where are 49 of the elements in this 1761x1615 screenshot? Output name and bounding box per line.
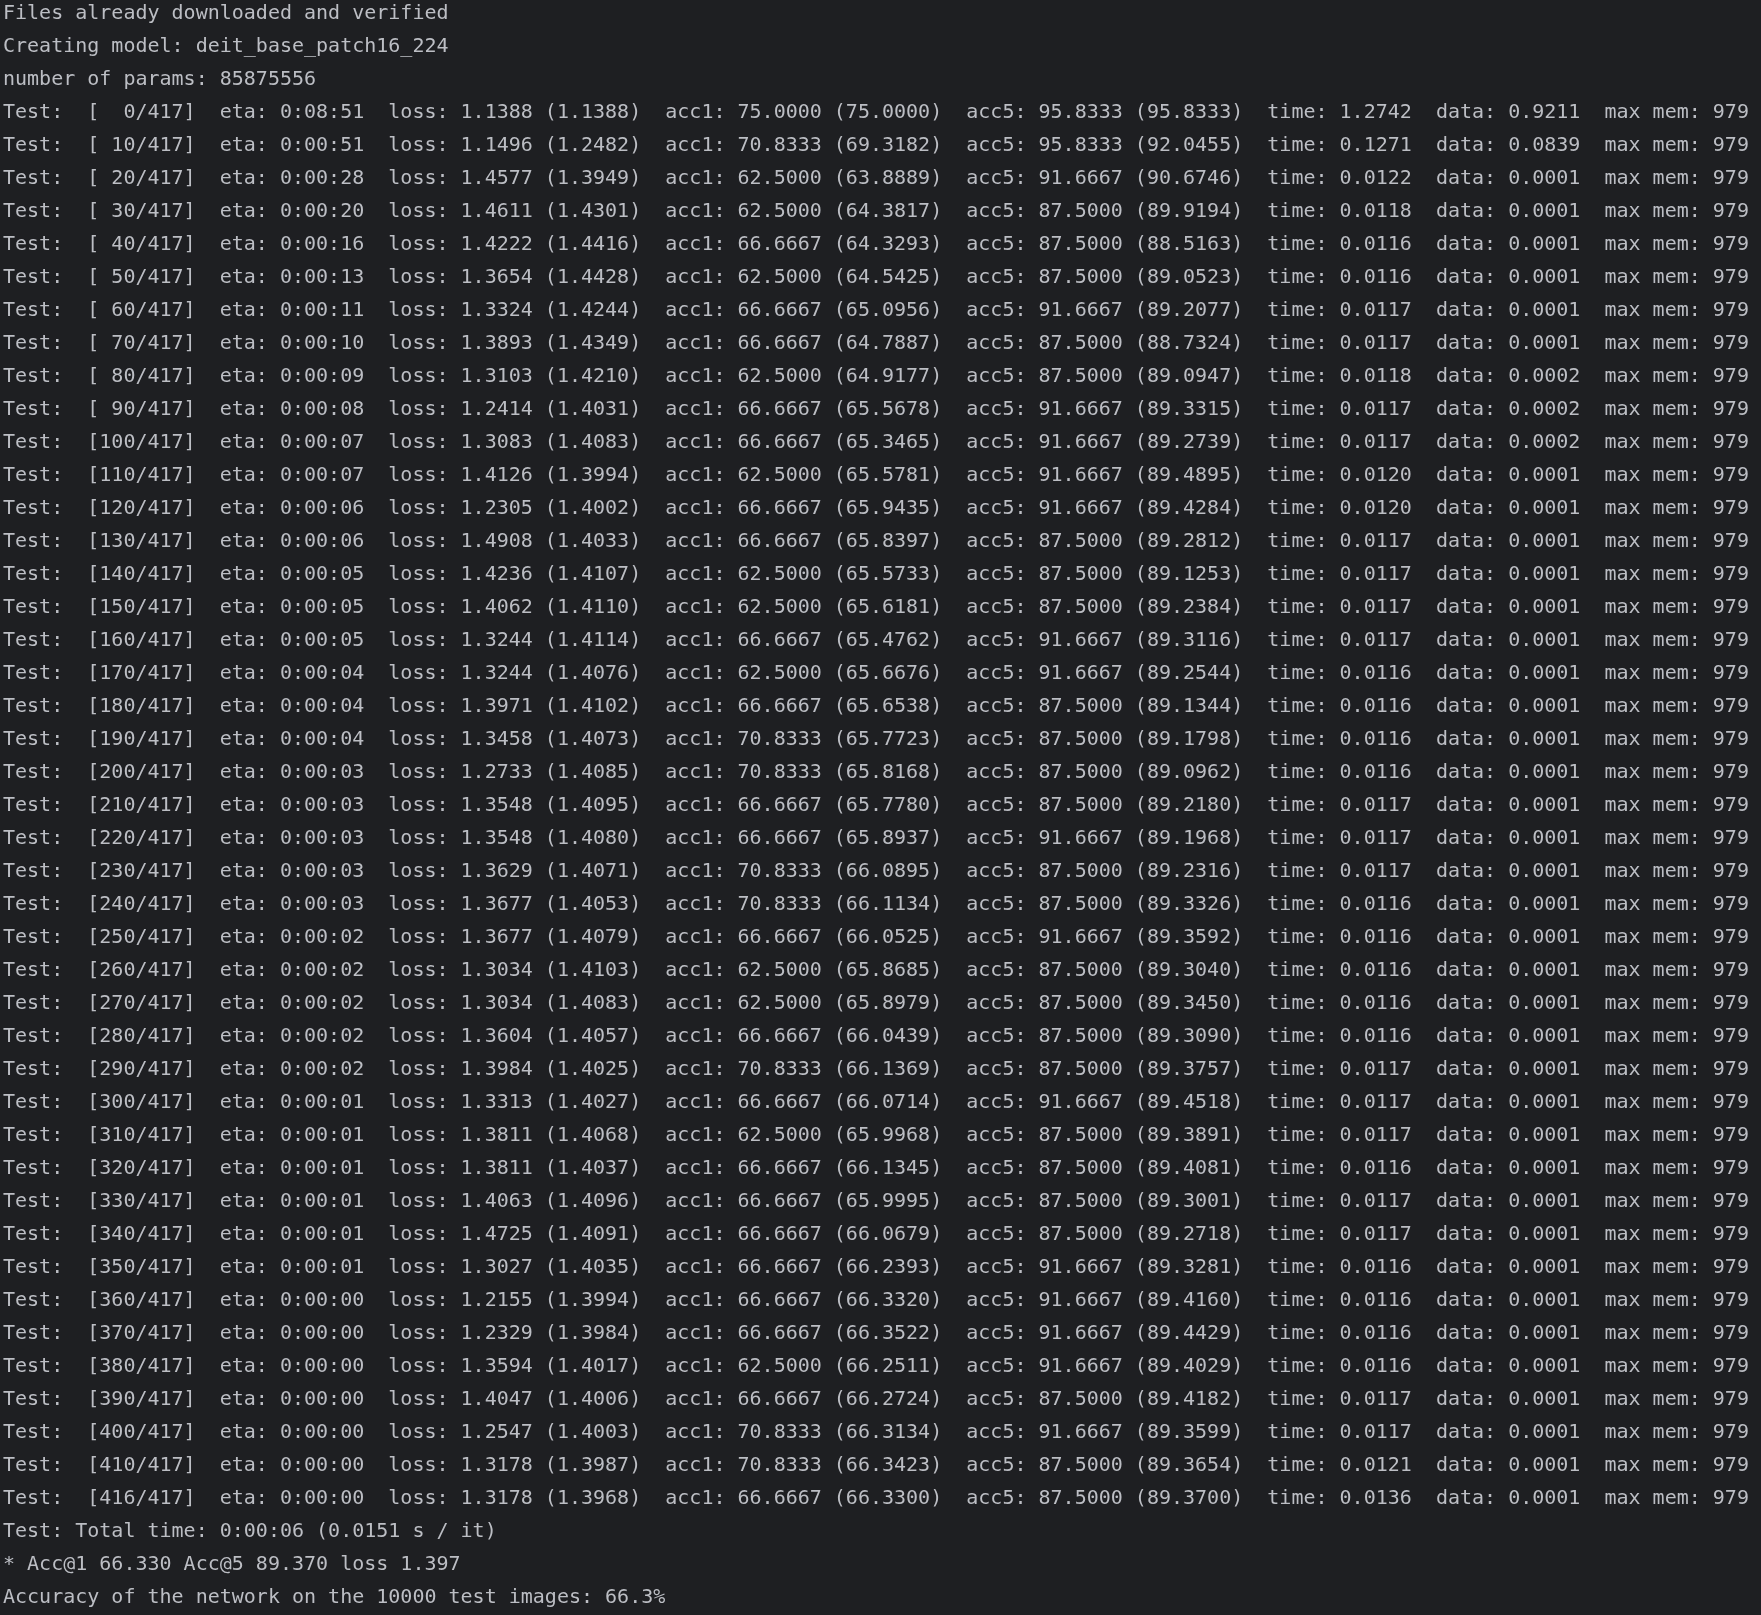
output-line: Test: [320/417] eta: 0:00:01 loss: 1.3811 (1.4037) acc1: 66.6667 (66.1345) acc5: 87.5000 (89.4081) time: 0.0116 data: 0.0001 max mem: 979: [3, 1154, 1749, 1181]
output-line: Test: [310/417] eta: 0:00:01 loss: 1.3811 (1.4068) acc1: 62.5000 (65.9968) acc5: 87.5000 (89.3891) time: 0.0117 data: 0.0001 max mem: 979: [3, 1121, 1749, 1148]
output-line: Test: [410/417] eta: 0:00:00 loss: 1.3178 (1.3987) acc1: 70.8333 (66.3423) acc5: 87.5000 (89.3654) time: 0.0121 data: 0.0001 max mem: 979: [3, 1451, 1749, 1478]
output-line: Test: [110/417] eta: 0:00:07 loss: 1.4126 (1.3994) acc1: 62.5000 (65.5781) acc5: 91.6667 (89.4895) time: 0.0120 data: 0.0001 max mem: 979: [3, 461, 1749, 488]
output-line: Test: [290/417] eta: 0:00:02 loss: 1.3984 (1.4025) acc1: 70.8333 (66.1369) acc5: 87.5000 (89.3757) time: 0.0117 data: 0.0001 max mem: 979: [3, 1055, 1749, 1082]
output-line: Test: [ 60/417] eta: 0:00:11 loss: 1.3324 (1.4244) acc1: 66.6667 (65.0956) acc5: 91.6667 (89.2077) time: 0.0117 data: 0.0001 max mem: 979: [3, 296, 1749, 323]
output-line: Test: Total time: 0:00:06 (0.0151 s / it): [3, 1517, 497, 1544]
output-line: Test: [120/417] eta: 0:00:06 loss: 1.2305 (1.4002) acc1: 66.6667 (65.9435) acc5: 91.6667 (89.4284) time: 0.0120 data: 0.0001 max mem: 979: [3, 494, 1749, 521]
output-line: Test: [270/417] eta: 0:00:02 loss: 1.3034 (1.4083) acc1: 62.5000 (65.8979) acc5: 87.5000 (89.3450) time: 0.0116 data: 0.0001 max mem: 979: [3, 989, 1749, 1016]
output-line: Test: [180/417] eta: 0:00:04 loss: 1.3971 (1.4102) acc1: 66.6667 (65.6538) acc5: 87.5000 (89.1344) time: 0.0116 data: 0.0001 max mem: 979: [3, 692, 1749, 719]
output-line: Test: [140/417] eta: 0:00:05 loss: 1.4236 (1.4107) acc1: 62.5000 (65.5733) acc5: 87.5000 (89.1253) time: 0.0117 data: 0.0001 max mem: 979: [3, 560, 1749, 587]
output-line: * Acc@1 66.330 Acc@5 89.370 loss 1.397: [3, 1550, 461, 1577]
output-line: Accuracy of the network on the 10000 test images: 66.3%: [3, 1583, 666, 1610]
output-line: Test: [210/417] eta: 0:00:03 loss: 1.3548 (1.4095) acc1: 66.6667 (65.7780) acc5: 87.5000 (89.2180) time: 0.0117 data: 0.0001 max mem: 979: [3, 791, 1749, 818]
output-line: Test: [ 0/417] eta: 0:08:51 loss: 1.1388 (1.1388) acc1: 75.0000 (75.0000) acc5: 95.8333 (95.8333) time: 1.2742 data: 0.9211 max mem: 979: [3, 98, 1749, 125]
output-line: Test: [250/417] eta: 0:00:02 loss: 1.3677 (1.4079) acc1: 66.6667 (66.0525) acc5: 91.6667 (89.3592) time: 0.0116 data: 0.0001 max mem: 979: [3, 923, 1749, 950]
output-line: Test: [416/417] eta: 0:00:00 loss: 1.3178 (1.3968) acc1: 66.6667 (66.3300) acc5: 87.5000 (89.3700) time: 0.0136 data: 0.0001 max mem: 979: [3, 1484, 1749, 1511]
output-line: Files already downloaded and verified: [3, 0, 449, 26]
output-line: Test: [390/417] eta: 0:00:00 loss: 1.4047 (1.4006) acc1: 66.6667 (66.2724) acc5: 87.5000 (89.4182) time: 0.0117 data: 0.0001 max mem: 979: [3, 1385, 1749, 1412]
output-line: Test: [280/417] eta: 0:00:02 loss: 1.3604 (1.4057) acc1: 66.6667 (66.0439) acc5: 87.5000 (89.3090) time: 0.0116 data: 0.0001 max mem: 979: [3, 1022, 1749, 1049]
output-line: Test: [ 30/417] eta: 0:00:20 loss: 1.4611 (1.4301) acc1: 62.5000 (64.3817) acc5: 87.5000 (89.9194) time: 0.0118 data: 0.0001 max mem: 979: [3, 197, 1749, 224]
output-line: Test: [150/417] eta: 0:00:05 loss: 1.4062 (1.4110) acc1: 62.5000 (65.6181) acc5: 87.5000 (89.2384) time: 0.0117 data: 0.0001 max mem: 979: [3, 593, 1749, 620]
output-line: Test: [240/417] eta: 0:00:03 loss: 1.3677 (1.4053) acc1: 70.8333 (66.1134) acc5: 87.5000 (89.3326) time: 0.0116 data: 0.0001 max mem: 979: [3, 890, 1749, 917]
output-line: Test: [100/417] eta: 0:00:07 loss: 1.3083 (1.4083) acc1: 66.6667 (65.3465) acc5: 91.6667 (89.2739) time: 0.0117 data: 0.0002 max mem: 979: [3, 428, 1749, 455]
output-line: Test: [170/417] eta: 0:00:04 loss: 1.3244 (1.4076) acc1: 62.5000 (65.6676) acc5: 91.6667 (89.2544) time: 0.0116 data: 0.0001 max mem: 979: [3, 659, 1749, 686]
output-line: Test: [200/417] eta: 0:00:03 loss: 1.2733 (1.4085) acc1: 70.8333 (65.8168) acc5: 87.5000 (89.0962) time: 0.0116 data: 0.0001 max mem: 979: [3, 758, 1749, 785]
output-line: Test: [230/417] eta: 0:00:03 loss: 1.3629 (1.4071) acc1: 70.8333 (66.0895) acc5: 87.5000 (89.2316) time: 0.0117 data: 0.0001 max mem: 979: [3, 857, 1749, 884]
output-line: Test: [190/417] eta: 0:00:04 loss: 1.3458 (1.4073) acc1: 70.8333 (65.7723) acc5: 87.5000 (89.1798) time: 0.0116 data: 0.0001 max mem: 979: [3, 725, 1749, 752]
output-line: Test: [ 70/417] eta: 0:00:10 loss: 1.3893 (1.4349) acc1: 66.6667 (64.7887) acc5: 87.5000 (88.7324) time: 0.0117 data: 0.0001 max mem: 979: [3, 329, 1749, 356]
output-line: Test: [160/417] eta: 0:00:05 loss: 1.3244 (1.4114) acc1: 66.6667 (65.4762) acc5: 91.6667 (89.3116) time: 0.0117 data: 0.0001 max mem: 979: [3, 626, 1749, 653]
output-line: Test: [370/417] eta: 0:00:00 loss: 1.2329 (1.3984) acc1: 66.6667 (66.3522) acc5: 91.6667 (89.4429) time: 0.0116 data: 0.0001 max mem: 979: [3, 1319, 1749, 1346]
output-line: Test: [330/417] eta: 0:00:01 loss: 1.4063 (1.4096) acc1: 66.6667 (65.9995) acc5: 87.5000 (89.3001) time: 0.0117 data: 0.0001 max mem: 979: [3, 1187, 1749, 1214]
output-line: Test: [ 50/417] eta: 0:00:13 loss: 1.3654 (1.4428) acc1: 62.5000 (64.5425) acc5: 87.5000 (89.0523) time: 0.0116 data: 0.0001 max mem: 979: [3, 263, 1749, 290]
output-line: Test: [360/417] eta: 0:00:00 loss: 1.2155 (1.3994) acc1: 66.6667 (66.3320) acc5: 91.6667 (89.4160) time: 0.0116 data: 0.0001 max mem: 979: [3, 1286, 1749, 1313]
output-line: Test: [220/417] eta: 0:00:03 loss: 1.3548 (1.4080) acc1: 66.6667 (65.8937) acc5: 91.6667 (89.1968) time: 0.0117 data: 0.0001 max mem: 979: [3, 824, 1749, 851]
output-line: Test: [ 40/417] eta: 0:00:16 loss: 1.4222 (1.4416) acc1: 66.6667 (64.3293) acc5: 87.5000 (88.5163) time: 0.0116 data: 0.0001 max mem: 979: [3, 230, 1749, 257]
output-line: number of params: 85875556: [3, 65, 317, 92]
output-line: Creating model: deit_base_patch16_224: [3, 32, 449, 59]
output-line: Test: [ 20/417] eta: 0:00:28 loss: 1.4577 (1.3949) acc1: 62.5000 (63.8889) acc5: 91.6667 (90.6746) time: 0.0122 data: 0.0001 max mem: 979: [3, 164, 1749, 191]
output-line: Test: [ 80/417] eta: 0:00:09 loss: 1.3103 (1.4210) acc1: 62.5000 (64.9177) acc5: 87.5000 (89.0947) time: 0.0118 data: 0.0002 max mem: 979: [3, 362, 1749, 389]
output-line: Test: [380/417] eta: 0:00:00 loss: 1.3594 (1.4017) acc1: 62.5000 (66.2511) acc5: 91.6667 (89.4029) time: 0.0116 data: 0.0001 max mem: 979: [3, 1352, 1749, 1379]
output-line: Test: [ 10/417] eta: 0:00:51 loss: 1.1496 (1.2482) acc1: 70.8333 (69.3182) acc5: 95.8333 (92.0455) time: 0.1271 data: 0.0839 max mem: 979: [3, 131, 1749, 158]
output-line: Test: [130/417] eta: 0:00:06 loss: 1.4908 (1.4033) acc1: 66.6667 (65.8397) acc5: 87.5000 (89.2812) time: 0.0117 data: 0.0001 max mem: 979: [3, 527, 1749, 554]
output-line: Test: [260/417] eta: 0:00:02 loss: 1.3034 (1.4103) acc1: 62.5000 (65.8685) acc5: 87.5000 (89.3040) time: 0.0116 data: 0.0001 max mem: 979: [3, 956, 1749, 983]
output-line: Test: [400/417] eta: 0:00:00 loss: 1.2547 (1.4003) acc1: 70.8333 (66.3134) acc5: 91.6667 (89.3599) time: 0.0117 data: 0.0001 max mem: 979: [3, 1418, 1749, 1445]
output-line: Test: [ 90/417] eta: 0:00:08 loss: 1.2414 (1.4031) acc1: 66.6667 (65.5678) acc5: 91.6667 (89.3315) time: 0.0117 data: 0.0002 max mem: 979: [3, 395, 1749, 422]
output-line: Test: [300/417] eta: 0:00:01 loss: 1.3313 (1.4027) acc1: 66.6667 (66.0714) acc5: 91.6667 (89.4518) time: 0.0117 data: 0.0001 max mem: 979: [3, 1088, 1749, 1115]
output-line: Test: [350/417] eta: 0:00:01 loss: 1.3027 (1.4035) acc1: 66.6667 (66.2393) acc5: 91.6667 (89.3281) time: 0.0116 data: 0.0001 max mem: 979: [3, 1253, 1749, 1280]
output-line: Test: [340/417] eta: 0:00:01 loss: 1.4725 (1.4091) acc1: 66.6667 (66.0679) acc5: 87.5000 (89.2718) time: 0.0117 data: 0.0001 max mem: 979: [3, 1220, 1749, 1247]
